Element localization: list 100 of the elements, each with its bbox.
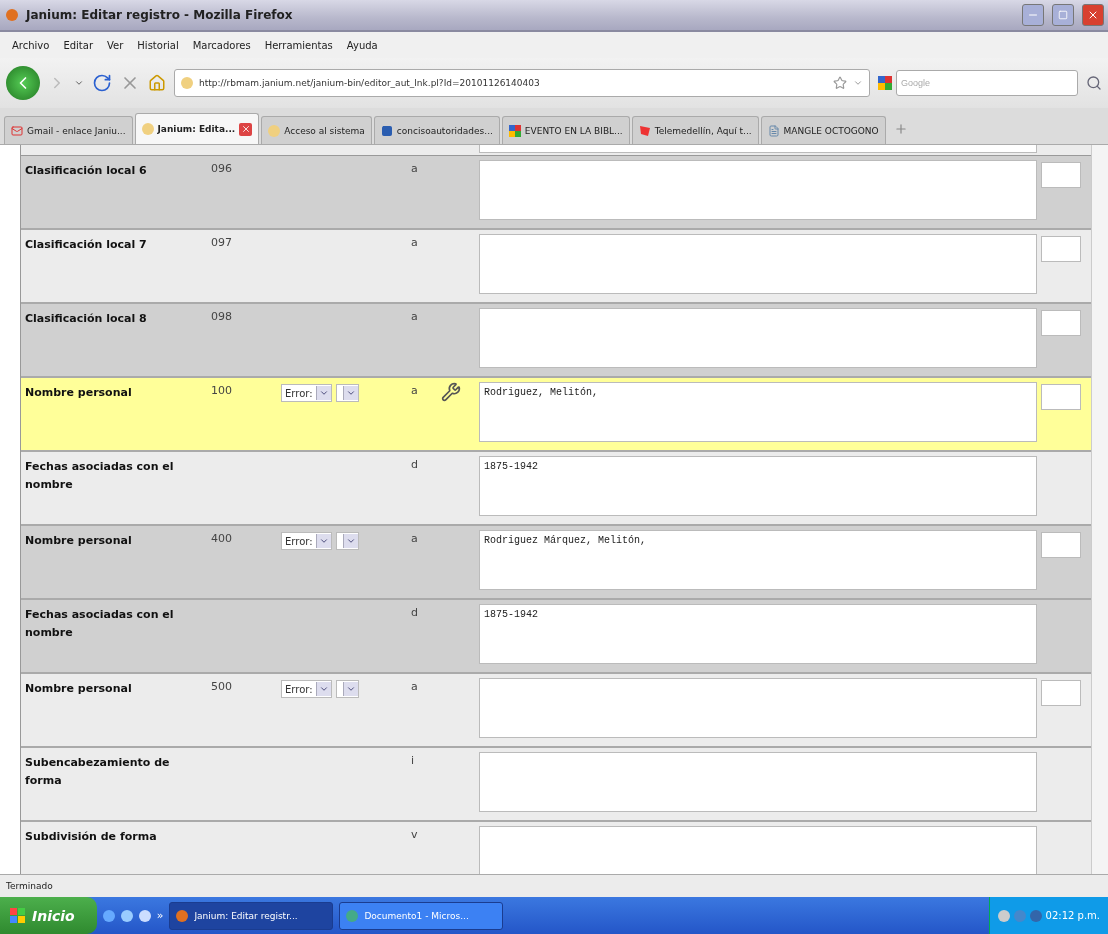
history-dropdown-icon[interactable] — [74, 78, 84, 88]
option-select[interactable] — [335, 680, 359, 698]
status-select[interactable]: Error: — [281, 384, 332, 402]
field-label: Nombre personal — [24, 385, 133, 401]
window-title: Janium: Editar registro - Mozilla Firefox — [26, 8, 294, 22]
subfield-code: i — [411, 753, 416, 767]
small-field[interactable] — [1041, 162, 1081, 188]
tab-label: Telemedellín, Aquí t... — [654, 125, 752, 136]
close-tab-button[interactable] — [239, 122, 253, 136]
tab-label: Acceso al sistema — [284, 125, 365, 136]
browser-tab[interactable]: EVENTO EN LA BIBL... — [501, 116, 630, 144]
browser-tab[interactable]: Janium: Edita... — [134, 113, 260, 144]
text-field[interactable]: 1875-1942 — [479, 604, 1037, 664]
flag-icon — [638, 124, 651, 137]
tag-number: 098 — [211, 309, 233, 323]
wrench-icon[interactable] — [441, 382, 461, 402]
menu-item[interactable]: Marcadores — [192, 39, 251, 51]
minimize-button[interactable] — [1022, 4, 1044, 26]
subfield-code: a — [411, 309, 419, 323]
tag-number: 097 — [211, 235, 233, 249]
small-field[interactable] — [1041, 236, 1081, 262]
menu-item[interactable]: Herramientas — [264, 39, 333, 51]
text-field[interactable] — [479, 308, 1037, 368]
taskbar-button[interactable]: Janium: Editar registr... — [169, 901, 334, 930]
browser-tab[interactable]: concisoautoridades... — [373, 116, 500, 144]
menu-item[interactable]: Archivo — [12, 39, 50, 51]
bookmark-star-icon[interactable] — [833, 76, 847, 90]
text-field[interactable] — [479, 678, 1037, 738]
browser-tab[interactable]: Telemedellín, Aquí t... — [631, 116, 759, 144]
task-label: Documento1 - Micros... — [364, 910, 469, 921]
small-field[interactable] — [1041, 384, 1081, 410]
field-label: Fechas asociadas con el nombre — [24, 459, 175, 493]
browser-tab[interactable]: Gmail - enlace Janiu... — [4, 116, 133, 144]
tag-number: 400 — [211, 531, 233, 545]
address-field[interactable]: http://rbmam.janium.net/janium-bin/editor_aut_lnk.pl?Id=20101126140403 — [174, 69, 870, 97]
text-field[interactable] — [479, 234, 1037, 294]
small-field[interactable] — [1041, 310, 1081, 336]
text-field[interactable] — [479, 752, 1037, 812]
tray-icon[interactable] — [1013, 909, 1026, 922]
field-label: Clasificación local 6 — [24, 163, 148, 179]
status-select[interactable]: Error: — [281, 532, 332, 550]
task-label: Janium: Editar registr... — [194, 910, 298, 921]
browser-tab[interactable]: Acceso al sistema — [261, 116, 372, 144]
status-text: Terminado — [6, 881, 53, 891]
subfield-code: a — [411, 383, 419, 397]
subfield-code: a — [411, 531, 419, 545]
reload-button[interactable] — [92, 73, 112, 93]
back-button[interactable] — [6, 66, 40, 100]
tray-icon[interactable] — [997, 909, 1010, 922]
field-label: Fechas asociadas con el nombre — [24, 607, 175, 641]
more-button[interactable]: » — [156, 909, 164, 922]
subfield-code: a — [411, 161, 419, 175]
taskbar-button[interactable]: Documento1 - Micros... — [339, 901, 504, 930]
option-select[interactable] — [335, 384, 359, 402]
scrollbar[interactable] — [1091, 145, 1108, 874]
tag-number: 100 — [211, 383, 233, 397]
search-icon[interactable] — [1086, 75, 1102, 91]
menu-item[interactable]: Historial — [137, 39, 179, 51]
home-button[interactable] — [148, 74, 166, 92]
app-icon — [176, 909, 189, 922]
menu-item[interactable]: Ayuda — [346, 39, 378, 51]
menu-item[interactable]: Ver — [107, 39, 124, 51]
tab-label: Gmail - enlace Janiu... — [27, 125, 126, 136]
text-field[interactable]: Rodriguez, Melitón, — [479, 382, 1037, 442]
menu-item[interactable]: Editar — [63, 39, 93, 51]
text-field[interactable] — [479, 145, 1037, 153]
close-button[interactable] — [1082, 4, 1104, 26]
restore-button[interactable] — [1052, 4, 1074, 26]
tag-number: 096 — [211, 161, 233, 175]
new-tab-icon[interactable] — [893, 122, 908, 136]
site-icon — [181, 77, 193, 89]
desktop-icon[interactable] — [138, 909, 151, 922]
app-icon — [346, 909, 359, 922]
option-select[interactable] — [335, 532, 359, 550]
search-field[interactable]: Google — [896, 70, 1078, 96]
text-field[interactable] — [479, 826, 1037, 874]
small-field[interactable] — [1041, 680, 1081, 706]
field-label: Clasificación local 7 — [24, 237, 148, 253]
tag-number: 500 — [211, 679, 233, 693]
browser-icon[interactable] — [102, 909, 115, 922]
file-icon — [767, 124, 780, 137]
field-label: Clasificación local 8 — [24, 311, 148, 327]
tray-icon[interactable] — [1029, 909, 1042, 922]
search-engine-icon — [878, 76, 892, 90]
windows-logo-icon — [10, 907, 26, 924]
text-field[interactable] — [479, 160, 1037, 220]
dropdown-icon[interactable] — [853, 78, 863, 88]
document-icon — [380, 124, 393, 137]
browser-tab[interactable]: MANGLE OCTOGONO — [760, 116, 886, 144]
restore-icon — [1058, 10, 1068, 20]
text-field[interactable]: Rodriguez Márquez, Melitón, — [479, 530, 1037, 590]
small-field[interactable] — [1041, 532, 1081, 558]
close-icon — [240, 124, 251, 134]
tab-label: Janium: Edita... — [157, 124, 236, 134]
status-select[interactable]: Error: — [281, 680, 332, 698]
subfield-code: a — [411, 679, 419, 693]
subfield-code: d — [411, 457, 419, 471]
text-field[interactable]: 1875-1942 — [479, 456, 1037, 516]
field-label: Subencabezamiento de forma — [24, 755, 171, 789]
media-icon[interactable] — [120, 909, 133, 922]
